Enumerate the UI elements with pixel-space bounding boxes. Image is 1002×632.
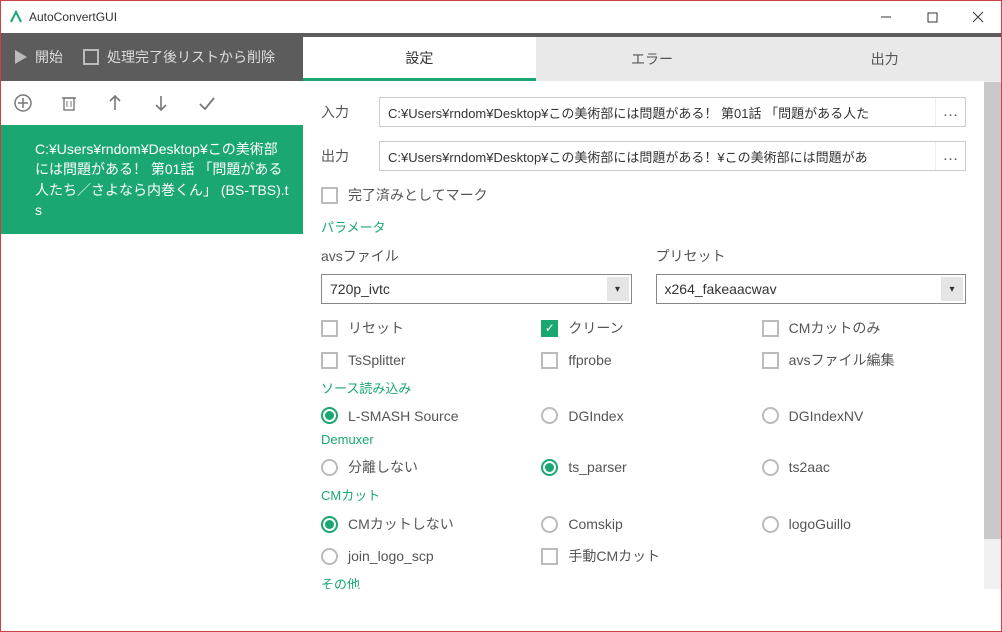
preset-value: x264_fakeaacwav [665, 281, 777, 297]
avs-edit-label: avsファイル編集 [789, 350, 895, 370]
demuxer-title: Demuxer [321, 432, 966, 447]
joinlogoscp-label: join_logo_scp [348, 548, 434, 564]
reset-checkbox[interactable] [321, 320, 338, 337]
params-title: パラメータ [321, 217, 966, 236]
manual-cmcut-checkbox[interactable] [541, 548, 558, 565]
delete-button[interactable] [59, 93, 79, 113]
output-browse-button[interactable]: … [935, 142, 965, 170]
cmcut-only-checkbox[interactable] [762, 320, 779, 337]
preset-label: プリセット [656, 246, 967, 266]
minimize-button[interactable] [863, 1, 909, 33]
tab-error[interactable]: エラー [536, 37, 769, 81]
logoguillo-label: logoGuillo [789, 516, 851, 532]
tab-output[interactable]: 出力 [768, 37, 1001, 81]
reset-label: リセット [348, 318, 404, 338]
ffprobe-label: ffprobe [568, 352, 611, 368]
cmcut-title: CMカット [321, 485, 966, 504]
lsmash-radio[interactable] [321, 407, 338, 424]
file-list-item[interactable]: C:¥Users¥rndom¥Desktop¥この美術部には問題がある！ 第01… [1, 125, 303, 234]
mark-done-checkbox[interactable] [321, 187, 338, 204]
dgindexnv-label: DGIndexNV [789, 408, 864, 424]
avs-value: 720p_ivtc [330, 281, 390, 297]
accept-button[interactable] [197, 93, 217, 113]
tsparser-radio[interactable] [541, 459, 558, 476]
output-field[interactable]: C:¥Users¥rndom¥Desktop¥この美術部には問題がある！¥この美… [380, 147, 935, 166]
dgindexnv-radio[interactable] [762, 407, 779, 424]
cmcut-none-label: CMカットしない [348, 514, 454, 534]
source-title: ソース読み込み [321, 378, 966, 397]
add-button[interactable] [13, 93, 33, 113]
avs-label: avsファイル [321, 246, 632, 266]
play-icon[interactable] [13, 49, 29, 65]
input-field[interactable]: C:¥Users¥rndom¥Desktop¥この美術部には問題がある！ 第01… [380, 103, 935, 122]
logoguillo-radio[interactable] [762, 516, 779, 533]
start-button[interactable]: 開始 [35, 47, 63, 67]
demux-none-label: 分離しない [348, 457, 418, 477]
ts2aac-radio[interactable] [762, 459, 779, 476]
clean-label: クリーン [568, 318, 623, 338]
input-browse-button[interactable]: … [935, 98, 965, 126]
chevron-down-icon: ▾ [941, 277, 963, 301]
dgindex-label: DGIndex [568, 408, 623, 424]
tab-settings[interactable]: 設定 [303, 37, 536, 81]
cmcut-only-label: CMカットのみ [789, 318, 881, 338]
tsparser-label: ts_parser [568, 459, 626, 475]
preset-select[interactable]: x264_fakeaacwav ▾ [656, 274, 967, 304]
mark-done-label: 完了済みとしてマーク [348, 185, 488, 205]
joinlogoscp-radio[interactable] [321, 548, 338, 565]
move-down-button[interactable] [151, 93, 171, 113]
avs-select[interactable]: 720p_ivtc ▾ [321, 274, 632, 304]
tssplitter-checkbox[interactable] [321, 352, 338, 369]
window-title: AutoConvertGUI [29, 10, 863, 24]
tssplitter-label: TsSplitter [348, 352, 406, 368]
move-up-button[interactable] [105, 93, 125, 113]
remove-after-checkbox[interactable] [83, 49, 99, 65]
cmcut-none-radio[interactable] [321, 516, 338, 533]
other-title: その他 [321, 574, 966, 589]
close-button[interactable] [955, 1, 1001, 33]
avs-edit-checkbox[interactable] [762, 352, 779, 369]
dgindex-radio[interactable] [541, 407, 558, 424]
lsmash-label: L-SMASH Source [348, 408, 458, 424]
output-label: 出力 [321, 146, 367, 166]
input-label: 入力 [321, 102, 367, 122]
app-icon [9, 10, 23, 24]
manual-cmcut-label: 手動CMカット [568, 546, 660, 566]
comskip-radio[interactable] [541, 516, 558, 533]
comskip-label: Comskip [568, 516, 622, 532]
demux-none-radio[interactable] [321, 459, 338, 476]
scrollbar[interactable] [984, 81, 1001, 589]
maximize-button[interactable] [909, 1, 955, 33]
clean-checkbox[interactable]: ✓ [541, 320, 558, 337]
chevron-down-icon: ▾ [607, 277, 629, 301]
ffprobe-checkbox[interactable] [541, 352, 558, 369]
remove-after-label: 処理完了後リストから削除 [107, 47, 275, 67]
ts2aac-label: ts2aac [789, 459, 830, 475]
